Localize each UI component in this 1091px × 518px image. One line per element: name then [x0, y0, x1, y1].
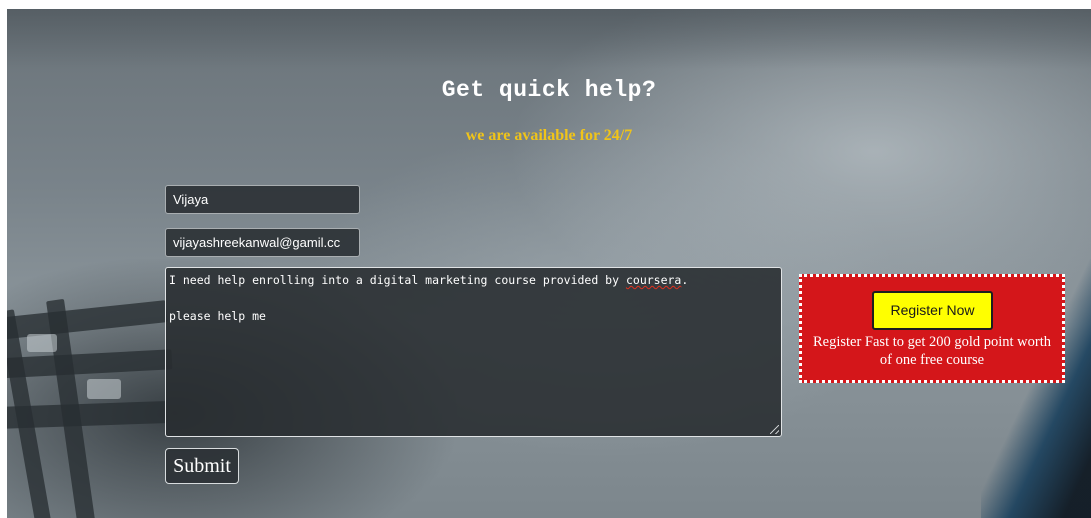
- page-title: Get quick help?: [441, 77, 657, 103]
- name-field[interactable]: Vijaya: [165, 185, 360, 214]
- background-chair-highlight: [87, 379, 121, 399]
- register-now-button[interactable]: Register Now: [872, 291, 993, 330]
- submit-button[interactable]: Submit: [165, 448, 239, 484]
- resize-grip-icon[interactable]: [770, 425, 779, 434]
- misspelled-word: coursera: [625, 273, 682, 287]
- message-text-line2: please help me: [169, 309, 266, 323]
- register-promo-box: Register Now Register Fast to get 200 go…: [799, 274, 1065, 383]
- help-section-background: Get quick help? we are available for 24/…: [7, 9, 1091, 518]
- page-subtitle: we are available for 24/7: [465, 127, 633, 144]
- register-promo-text: Register Fast to get 200 gold point wort…: [812, 334, 1052, 368]
- background-chair-highlight: [27, 334, 57, 352]
- message-text-line1-end: .: [681, 273, 689, 287]
- background-shade: [7, 9, 1091, 69]
- message-text-line1: I need help enrolling into a digital mar…: [169, 273, 626, 287]
- message-textarea[interactable]: I need help enrolling into a digital mar…: [165, 267, 782, 437]
- page: Get quick help? we are available for 24/…: [0, 0, 1091, 518]
- email-field[interactable]: vijayashreekanwal@gamil.cc: [165, 228, 360, 257]
